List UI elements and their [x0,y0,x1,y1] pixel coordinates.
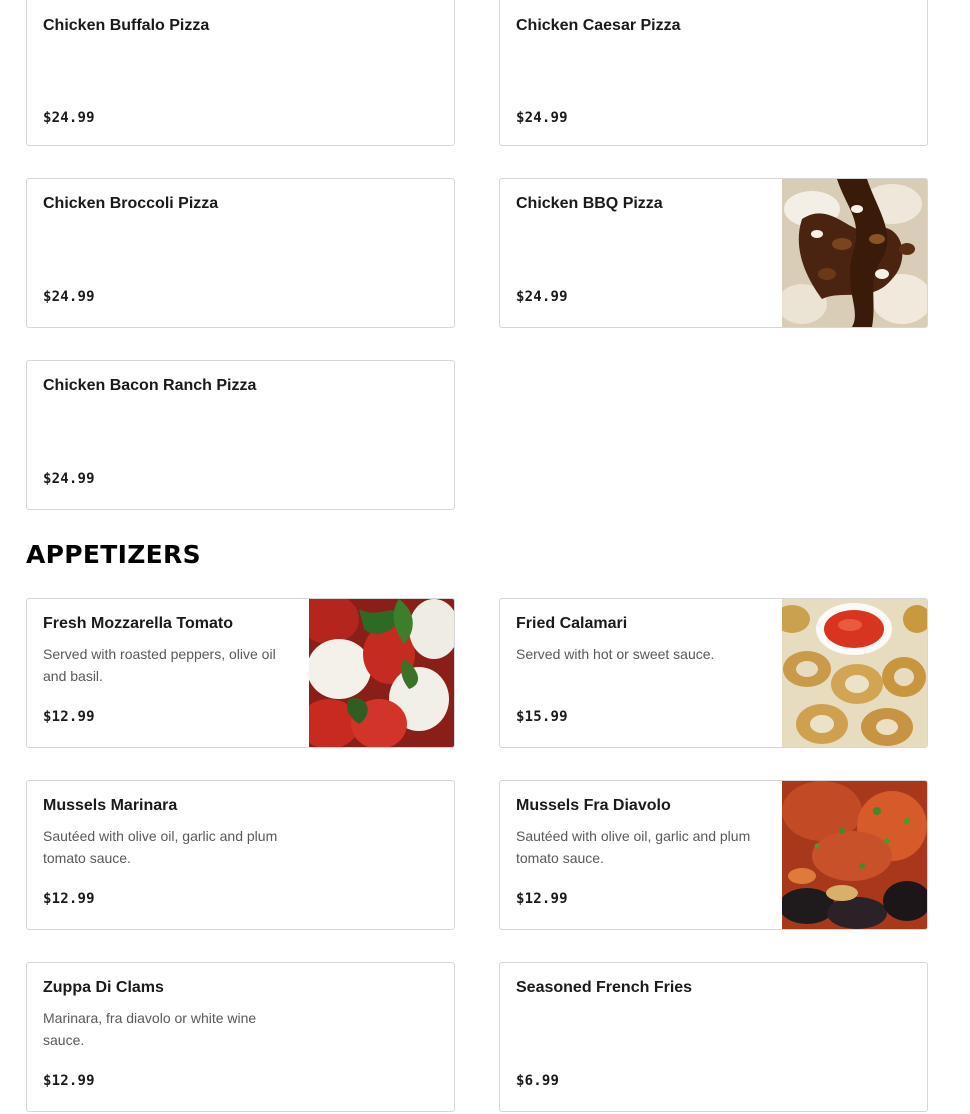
item-name: Chicken Broccoli Pizza [43,195,219,212]
item-name: Mussels Fra Diavolo [516,797,671,814]
menu-item-card[interactable]: Chicken Caesar Pizza $24.99 [499,0,928,146]
item-price: $15.99 [516,709,568,725]
item-price: $12.99 [43,891,95,907]
item-name: Fried Calamari [516,615,628,632]
mussels-fra-diavolo-photo [782,781,927,929]
menu-item-card[interactable]: Zuppa Di Clams Marinara, fra diavolo or … [26,962,455,1112]
menu-item-card[interactable]: Chicken Buffalo Pizza $24.99 [26,0,455,146]
section-title-appetizers: APPETIZERS [26,540,201,569]
menu-item-card[interactable]: Fried Calamari Served with hot or sweet … [499,598,928,748]
menu-item-card[interactable]: Chicken Broccoli Pizza $24.99 [26,178,455,328]
menu-item-card[interactable]: Mussels Fra Diavolo Sautéed with olive o… [499,780,928,930]
item-description: Sautéed with olive oil, garlic and plum … [516,828,751,866]
item-name: Seasoned French Fries [516,979,693,996]
menu-item-card[interactable]: Seasoned French Fries $6.99 [499,962,928,1112]
menu-item-card[interactable]: Chicken BBQ Pizza $24.99 [499,178,928,328]
item-name: Chicken Bacon Ranch Pizza [43,377,257,394]
item-price: $24.99 [43,110,95,126]
bbq-pizza-photo [782,179,927,327]
fried-calamari-photo [782,599,927,747]
menu-item-card[interactable]: Chicken Bacon Ranch Pizza $24.99 [26,360,455,510]
item-price: $24.99 [43,471,95,487]
item-name: Chicken Caesar Pizza [516,17,681,34]
item-description: Served with hot or sweet sauce. [516,646,715,662]
item-description: Served with roasted peppers, olive oil a… [43,646,276,684]
mozzarella-tomato-photo [309,599,454,747]
item-name: Chicken BBQ Pizza [516,195,663,212]
menu-item-card[interactable]: Mussels Marinara Sautéed with olive oil,… [26,780,455,930]
item-description: Sautéed with olive oil, garlic and plum … [43,828,278,866]
item-name: Mussels Marinara [43,797,178,814]
item-price: $12.99 [43,1073,95,1089]
item-price: $12.99 [516,891,568,907]
item-price: $6.99 [516,1073,560,1089]
menu-item-card[interactable]: Fresh Mozzarella Tomato Served with roas… [26,598,455,748]
item-name: Chicken Buffalo Pizza [43,17,210,34]
item-description: Marinara, fra diavolo or white wine sauc… [43,1010,257,1048]
item-price: $12.99 [43,709,95,725]
item-price: $24.99 [516,110,568,126]
item-price: $24.99 [43,289,95,305]
item-price: $24.99 [516,289,568,305]
item-name: Zuppa Di Clams [43,979,164,996]
item-name: Fresh Mozzarella Tomato [43,615,233,632]
